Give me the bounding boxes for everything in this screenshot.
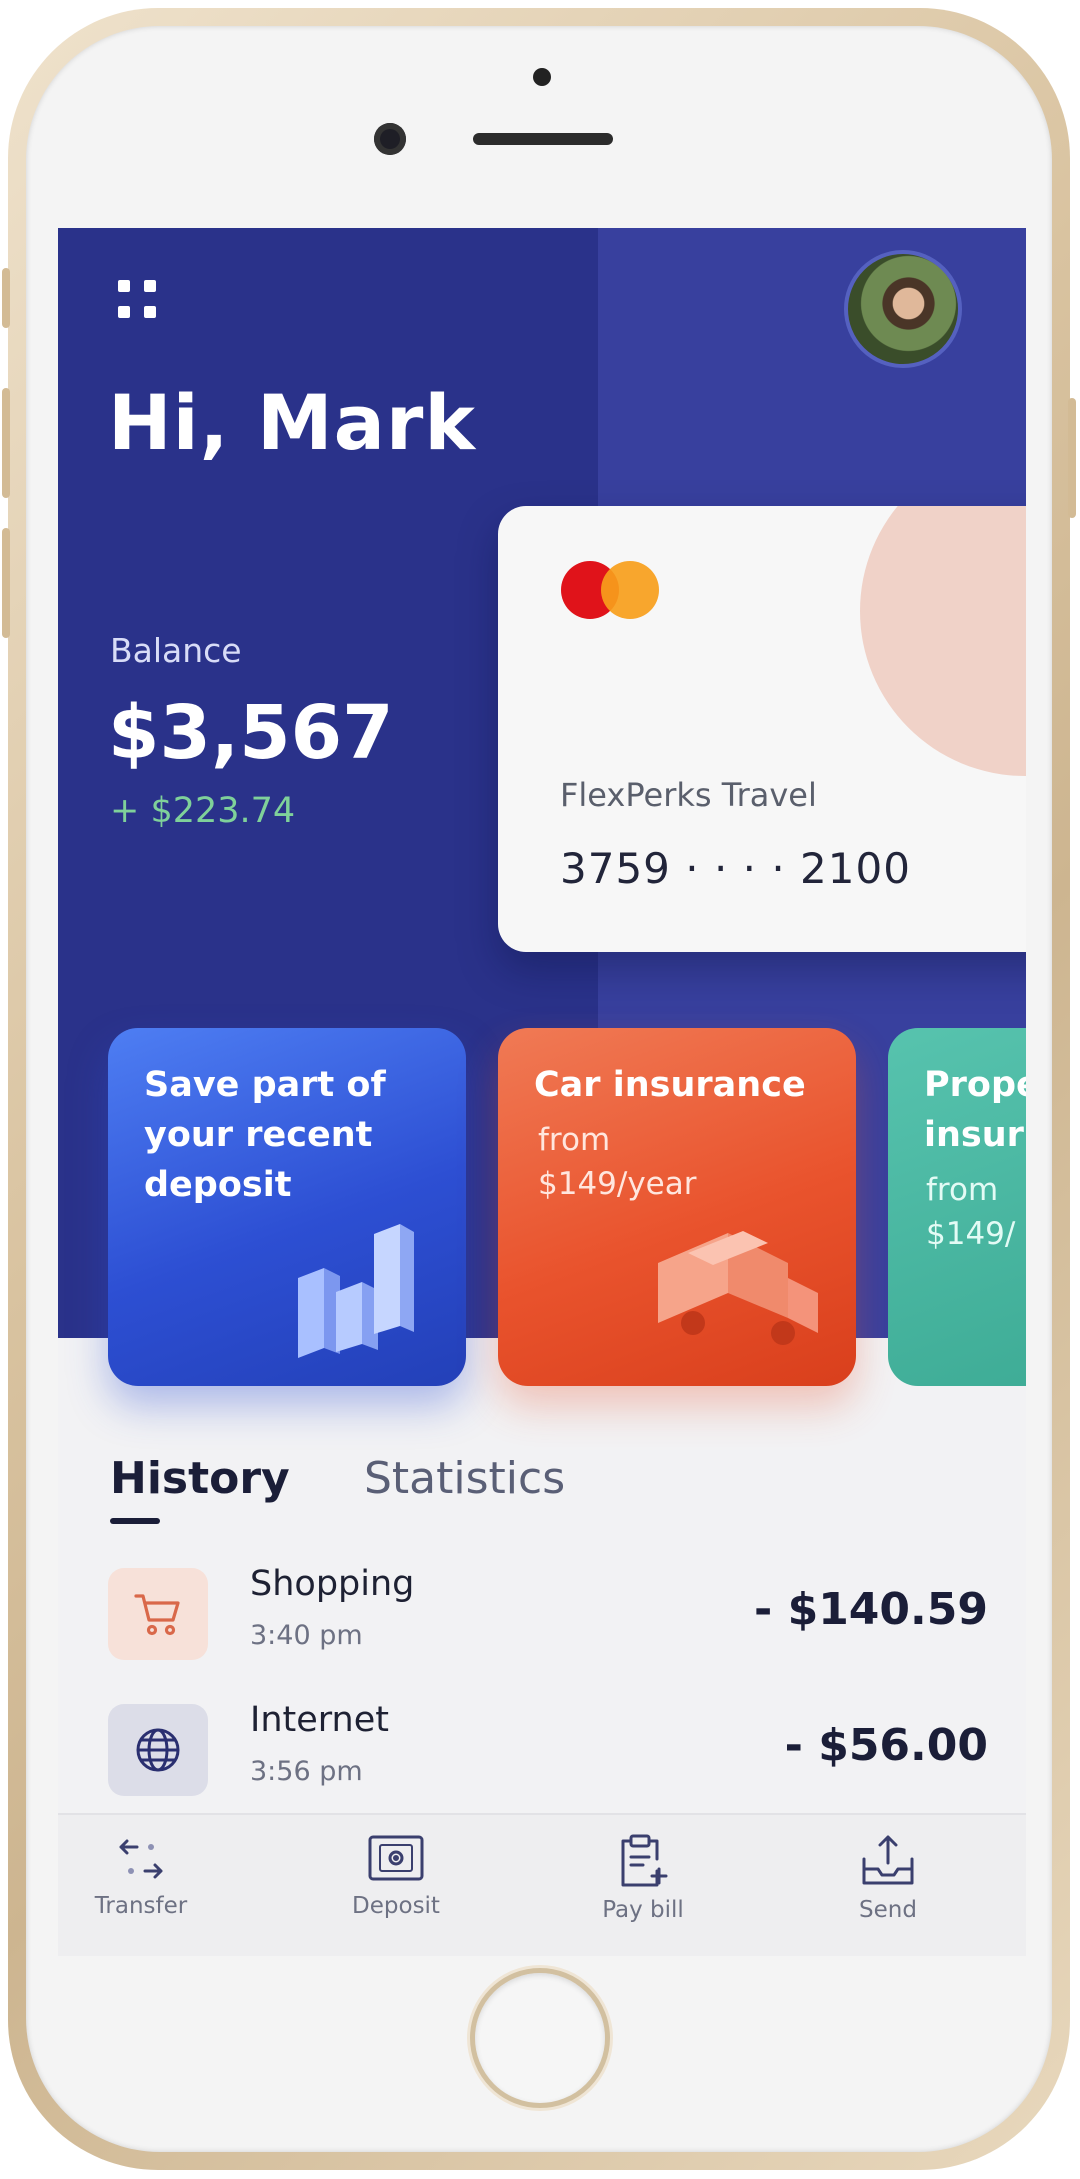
promo-save-deposit[interactable]: Save part of your recent deposit [108,1028,466,1386]
promo-title: Car insurance [534,1065,806,1105]
transaction-time: 3:56 pm [250,1756,363,1787]
nav-send[interactable]: Send [808,1833,968,1923]
promo-subtitle-from: from [926,1172,999,1208]
promo-price: $149/ [926,1216,1016,1252]
promo-property-insurance[interactable]: Prope insur from $149/ [888,1028,1026,1386]
transaction-row[interactable]: Shopping 3:40 pm - $140.59 [108,1564,988,1668]
app-screen: Hi, Mark Balance $3,567 + $223.74 FlexPe… [58,228,1026,1956]
promo-title: Save part of your recent deposit [144,1065,386,1205]
earpiece [473,133,613,145]
promo-subtitle-from: from [538,1122,611,1158]
volume-up-button [2,388,10,498]
van-icon [658,1231,818,1345]
bar-chart-icon [298,1224,414,1358]
card-decoration [860,506,1026,776]
globe-icon [108,1704,208,1796]
greeting-title: Hi, Mark [108,378,476,467]
proximity-sensor [533,68,551,86]
menu-grid-icon[interactable] [116,278,160,322]
nav-pay-bill[interactable]: Pay bill [563,1833,723,1923]
transfer-icon [119,1839,163,1879]
nav-label: Send [859,1897,917,1923]
home-button[interactable] [470,1968,610,2108]
tab-history[interactable]: History [110,1453,290,1504]
transaction-row[interactable]: Internet 3:56 pm - $56.00 [108,1700,988,1804]
card-name: FlexPerks Travel [560,776,817,814]
tab-statistics[interactable]: Statistics [364,1453,565,1504]
send-icon [862,1835,914,1885]
bottom-navigation: Transfer Deposit Pay bill Send [58,1813,1026,1956]
transaction-amount: - $140.59 [754,1584,988,1635]
transaction-name: Shopping [250,1564,415,1604]
card-number: 3759 · · · · 2100 [560,844,911,893]
balance-change: + $223.74 [110,791,296,831]
mute-switch [2,268,10,328]
nav-label: Pay bill [602,1897,684,1923]
power-button [1068,398,1076,518]
cart-icon [108,1568,208,1660]
clipboard-icon [621,1834,668,1887]
safe-icon [368,1835,424,1881]
volume-down-button [2,528,10,638]
transaction-name: Internet [250,1700,389,1740]
credit-card[interactable]: FlexPerks Travel 3759 · · · · 2100 [498,506,1026,952]
transaction-time: 3:40 pm [250,1620,363,1651]
balance-amount: $3,567 [108,690,394,776]
avatar[interactable] [844,250,962,368]
promo-title: Prope insur [924,1065,1026,1155]
balance-label: Balance [110,631,242,670]
transaction-amount: - $56.00 [784,1720,988,1771]
nav-transfer[interactable]: Transfer [61,1833,221,1919]
mastercard-logo-icon [561,561,671,621]
promo-car-insurance[interactable]: Car insurance from $149/year [498,1028,856,1386]
promo-price: $149/year [538,1166,697,1202]
nav-label: Transfer [94,1893,188,1919]
active-tab-indicator [110,1518,160,1524]
front-camera [374,123,406,155]
nav-label: Deposit [352,1893,440,1919]
nav-deposit[interactable]: Deposit [316,1833,476,1919]
